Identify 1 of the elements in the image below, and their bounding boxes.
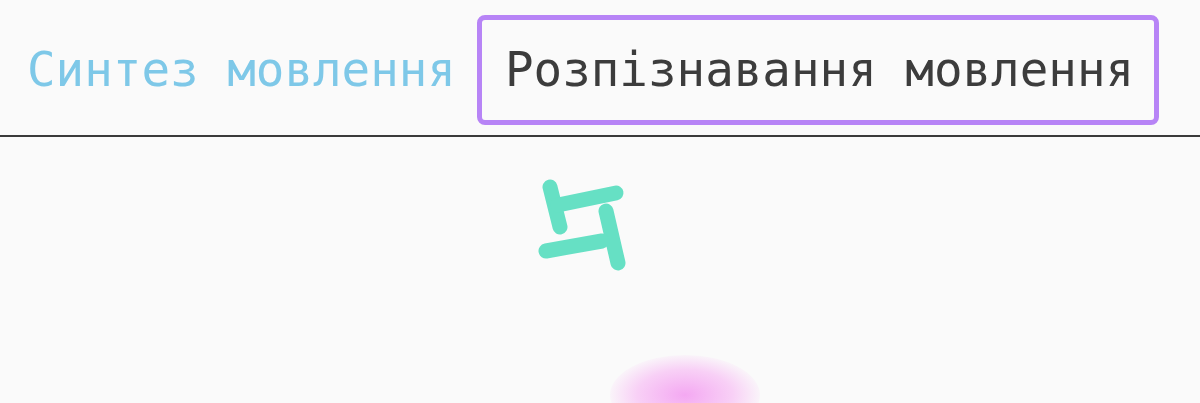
- tab[interactable]: Розпізнавання мовлення: [476, 15, 1160, 125]
